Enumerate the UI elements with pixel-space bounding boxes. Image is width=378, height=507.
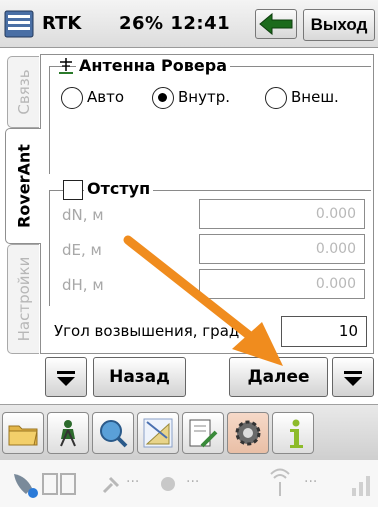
dn-label: dN, м <box>62 206 104 224</box>
chevron-down-icon <box>344 371 362 386</box>
title-bar: RTK 26% 12:41 Выход <box>0 0 378 48</box>
app-button[interactable] <box>182 412 224 454</box>
app-button-active[interactable] <box>227 412 269 454</box>
bluetooth-icon <box>161 477 175 491</box>
back-button[interactable]: Назад <box>93 357 186 397</box>
radio-internal[interactable]: Внутр. <box>152 86 252 110</box>
surveyor-icon <box>60 420 76 447</box>
app-button[interactable] <box>137 412 179 454</box>
tab-roverant[interactable]: RoverAnt <box>5 128 41 244</box>
green-arrow-left-icon <box>259 12 293 36</box>
exit-button[interactable]: Выход <box>303 9 375 41</box>
radio-auto[interactable]: Авто <box>61 86 141 110</box>
antenna-signal-icon <box>270 468 290 496</box>
app-toolbar <box>0 404 378 460</box>
dh-field[interactable]: 0.000 <box>199 269 365 299</box>
radio-label: Внутр. <box>178 88 231 106</box>
de-label: dE, м <box>62 241 102 259</box>
app-button[interactable] <box>47 412 89 454</box>
app-button[interactable] <box>272 412 314 454</box>
tray-ellipsis: ... <box>186 470 200 486</box>
tray-ellipsis: ... <box>304 470 318 486</box>
next-button[interactable]: Далее <box>229 357 328 397</box>
battery-icon <box>42 473 76 495</box>
status-tray: ... ... ... <box>0 460 378 507</box>
left-menu-button[interactable] <box>45 357 87 397</box>
de-field[interactable]: 0.000 <box>199 234 365 264</box>
search-globe-icon <box>100 420 128 448</box>
radio-circle <box>265 87 287 109</box>
antenna-icon <box>59 58 73 74</box>
drawing-tools-icon <box>143 418 173 448</box>
connection-icon <box>102 476 120 494</box>
tab-settings[interactable]: Настройки <box>7 244 39 354</box>
satellite-icon <box>14 474 38 498</box>
radio-circle-selected <box>152 87 174 109</box>
antenna-group-frame <box>49 66 371 174</box>
folder-icon <box>8 425 38 446</box>
app-button[interactable] <box>2 412 44 454</box>
radio-label: Внеш. <box>291 88 339 106</box>
chevron-down-icon <box>57 371 75 386</box>
elevation-label: Угол возвышения, град <box>54 322 240 340</box>
antenna-group-frame-top <box>258 66 371 67</box>
battery-clock-status: 26% 12:41 <box>119 13 231 34</box>
tray-ellipsis: ... <box>126 470 140 486</box>
tab-label: RoverAnt <box>14 144 33 228</box>
dh-label: dH, м <box>62 276 104 294</box>
right-menu-button[interactable] <box>332 357 374 397</box>
antenna-group-title: Антенна Ровера <box>76 56 230 75</box>
radio-label: Авто <box>87 88 125 106</box>
info-icon <box>290 419 303 448</box>
radio-external[interactable]: Внеш. <box>265 86 365 110</box>
offset-group-frame-top <box>146 190 371 191</box>
offset-checkbox[interactable] <box>63 180 83 200</box>
tab-label: Связь <box>14 69 33 115</box>
mode-label: RTK <box>42 13 82 34</box>
back-arrow-button[interactable] <box>255 9 297 39</box>
app-button[interactable] <box>92 412 134 454</box>
tab-label: Настройки <box>14 256 33 342</box>
gear-icon <box>235 420 261 446</box>
tab-svyaz[interactable]: Связь <box>7 56 39 128</box>
start-menu-icon[interactable] <box>3 8 37 40</box>
radio-circle <box>61 87 83 109</box>
signal-bars-icon <box>352 476 370 496</box>
offset-group-title: Отступ <box>84 179 154 198</box>
dn-field[interactable]: 0.000 <box>199 199 365 229</box>
elevation-field[interactable]: 10 <box>281 316 367 347</box>
notebook-pen-icon <box>189 419 218 448</box>
